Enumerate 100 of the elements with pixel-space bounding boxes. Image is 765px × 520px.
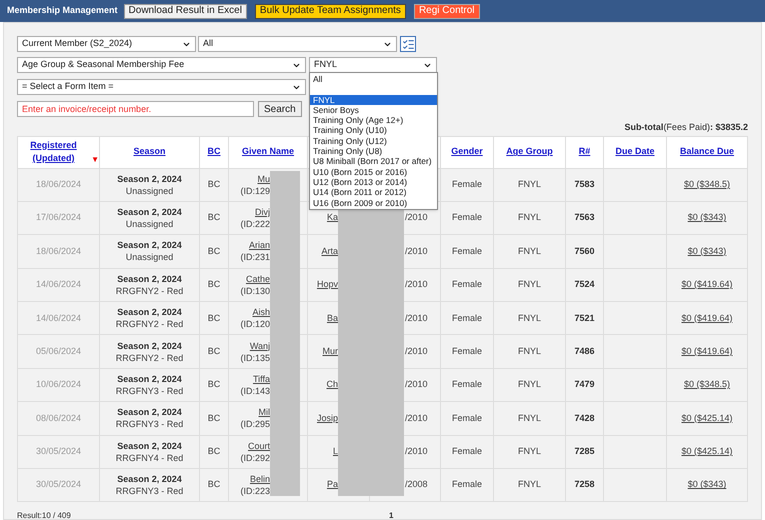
family-name-link[interactable]: Mur [322, 346, 338, 356]
registered-date: 14/06/2024 [36, 312, 82, 322]
dropdown-option[interactable]: Training Only (Age 12+) [310, 115, 437, 126]
column-sort-link[interactable]: R# [578, 145, 590, 159]
column-sort-link[interactable]: Season [133, 145, 166, 159]
bc-text: BC [208, 212, 220, 222]
registered-date: 10/06/2024 [36, 379, 82, 390]
gender-text: Female [452, 479, 482, 490]
page-number[interactable]: 1 [389, 510, 394, 520]
balance-link[interactable]: $0 ($348.5) [684, 178, 730, 189]
search-button[interactable]: Search [258, 101, 302, 117]
family-name-link[interactable]: Hopv [316, 279, 338, 290]
gender-text: Female [452, 412, 482, 423]
member-name-link[interactable]: Cathe [246, 274, 270, 284]
age-group-text: FNYL [518, 312, 541, 322]
team-name: RRGFNY2 - Red [114, 284, 184, 297]
season-name: Season 2, 2024 [116, 340, 183, 352]
bc-text: BC [208, 279, 220, 290]
bc-text: BC [208, 312, 220, 322]
column-sort-link[interactable]: Registered (Updated) [18, 138, 90, 166]
age-group-text: FNYL [518, 246, 541, 256]
registration-number: 7560 [574, 246, 595, 256]
registration-number: 7486 [574, 346, 595, 356]
fee-type-select[interactable]: Age Group & Seasonal Membership Fee [17, 57, 306, 73]
balance-link[interactable]: $0 ($419.64) [681, 346, 733, 356]
gender-text: Female [452, 312, 482, 322]
balance-link[interactable]: $0 ($425.14) [681, 412, 733, 423]
registration-number: 7479 [574, 379, 595, 390]
gender-text: Female [452, 246, 482, 256]
dropdown-option[interactable]: FNYL [310, 94, 437, 105]
team-name: RRGFNY3 - Red [114, 418, 184, 430]
member-id: (ID:222 [239, 218, 270, 230]
family-name-link[interactable]: Pa [326, 479, 338, 490]
member-id: (ID:130 [239, 284, 270, 297]
dropdown-option[interactable]: U14 (Born 2011 or 2012) [310, 187, 437, 198]
birth-date: /2010 [405, 346, 428, 356]
dropdown-option[interactable]: U16 (Born 2009 or 2010) [310, 198, 437, 208]
team-name: RRGFNY3 - Red [114, 385, 184, 398]
member-name-link[interactable]: Mu [257, 174, 270, 184]
family-name-link[interactable]: Arta [321, 246, 338, 256]
registration-number: 7563 [574, 212, 595, 222]
member-name-link[interactable]: Tiffa [252, 374, 270, 384]
balance-link[interactable]: $0 ($425.14) [681, 446, 733, 456]
gender-text: Female [452, 279, 482, 290]
dropdown-option[interactable]: Training Only (U10) [310, 125, 437, 136]
balance-link[interactable]: $0 ($419.64) [681, 279, 733, 290]
dropdown-option[interactable]: U8 Miniball (Born 2017 or after) [310, 156, 437, 167]
team-name: Unassigned [124, 251, 174, 264]
toolbar-button[interactable]: Bulk Update Team Assignments [254, 4, 406, 18]
member-name-link[interactable]: Court [248, 440, 270, 451]
team-name: RRGFNY4 - Red [114, 452, 184, 464]
family-name-link[interactable]: Josip [316, 412, 338, 423]
dropdown-option[interactable]: All [310, 74, 437, 84]
member-id: (ID:143 [239, 385, 270, 398]
balance-link[interactable]: $0 ($343) [688, 212, 726, 222]
member-name-link[interactable]: Aish [252, 307, 270, 318]
dropdown-option[interactable]: Training Only (U12) [310, 136, 437, 146]
member-status-select[interactable]: Current Member (S2_2024) [17, 36, 196, 52]
member-scope-select[interactable]: All [198, 36, 397, 52]
family-name-link[interactable]: L [332, 446, 338, 456]
balance-link[interactable]: $0 ($348.5) [684, 379, 730, 390]
balance-link[interactable]: $0 ($419.64) [681, 312, 733, 322]
balance-link[interactable]: $0 ($343) [688, 479, 726, 490]
birth-date: /2010 [405, 379, 428, 390]
member-name-link[interactable]: Belin [250, 474, 270, 484]
member-name-link[interactable]: Divj [255, 207, 270, 218]
bc-text: BC [208, 246, 220, 256]
member-name-link[interactable]: Arian [248, 240, 270, 250]
birth-date: /2010 [405, 412, 428, 423]
dropdown-option[interactable]: U12 (Born 2013 or 2014) [310, 176, 437, 188]
checklist-icon[interactable] [400, 36, 416, 52]
gender-text: Female [452, 212, 482, 222]
dropdown-option[interactable]: Senior Boys [310, 104, 437, 116]
age-group-text: FNYL [518, 479, 541, 490]
season-name: Season 2, 2024 [116, 239, 183, 252]
birth-date: /2008 [405, 479, 428, 490]
gender-text: Female [452, 346, 482, 356]
team-name: Unassigned [124, 218, 174, 230]
balance-link[interactable]: $0 ($343) [688, 246, 726, 256]
column-sort-link[interactable]: BC [208, 145, 220, 159]
dropdown-option[interactable]: Training Only (U8) [310, 146, 437, 156]
family-name-link[interactable]: Ch [326, 379, 338, 390]
registered-date: 08/06/2024 [36, 412, 82, 423]
age-group-text: FNYL [518, 412, 541, 423]
dropdown-option[interactable]: U10 (Born 2015 or 2016) [310, 166, 437, 177]
bc-text: BC [208, 446, 220, 456]
family-name-link[interactable]: Ka [326, 212, 338, 222]
member-name-link[interactable]: Wanj [250, 340, 270, 351]
member-id: (ID:129 [239, 184, 270, 197]
season-name: Season 2, 2024 [116, 406, 183, 418]
age-group-text: FNYL [518, 279, 541, 290]
registration-number: 7583 [574, 178, 595, 189]
invoice-field[interactable]: Enter an invoice/receipt number. [17, 101, 254, 117]
family-name-link[interactable]: Ba [326, 312, 338, 322]
age-group-text: FNYL [518, 379, 541, 390]
registration-number: 7285 [574, 446, 595, 456]
toolbar-button[interactable]: Download Result in Excel [124, 4, 247, 18]
form-item-select[interactable]: = Select a Form Item = [17, 79, 306, 95]
member-name-link[interactable]: Mil [258, 407, 270, 418]
fee-option-select[interactable]: FNYL [309, 57, 437, 73]
